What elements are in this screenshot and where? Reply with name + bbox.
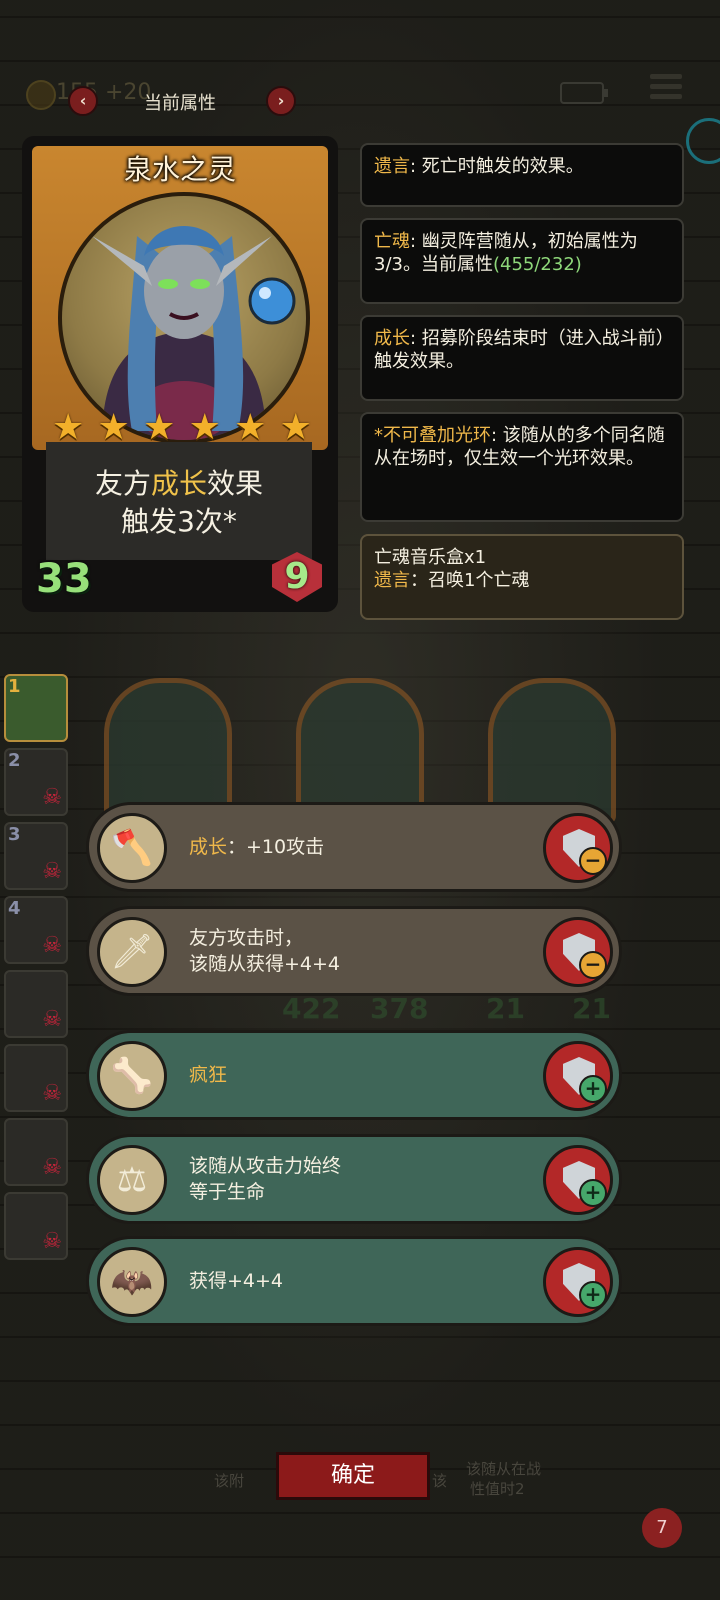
curved-blade-icon: 🗡 — [97, 917, 167, 987]
remove-ability-button[interactable]: − — [543, 813, 613, 883]
ability-row-growth-attack[interactable]: 🪓 成长：+10攻击 − — [86, 802, 622, 892]
keyword-info-growth: 成长: 招募阶段结束时（进入战斗前）触发效果。 — [360, 315, 684, 401]
hand-card-label: 该附 — [214, 1472, 245, 1490]
ability-row-ally-attack[interactable]: 🗡 友方攻击时， 该随从获得+4+4 − — [86, 906, 622, 996]
menu-icon[interactable] — [650, 74, 682, 102]
star-icon: ★ — [234, 407, 267, 448]
team-slot-3[interactable]: 3 ☠ — [4, 822, 68, 890]
ability-row-attack-equals-health[interactable]: ⚖ 该随从攻击力始终 等于生命 + — [86, 1134, 622, 1224]
minus-icon: − — [579, 951, 607, 979]
board-stat: 422 — [282, 992, 341, 1025]
battery-icon — [560, 82, 608, 104]
page-title: 当前属性 — [144, 93, 216, 114]
plus-icon: + — [579, 1281, 607, 1309]
board-stat: 21 — [572, 992, 611, 1025]
plus-icon: + — [579, 1179, 607, 1207]
team-slot-4[interactable]: 4 ☠ — [4, 896, 68, 964]
ability-row-gain-stats[interactable]: 🦇 获得+4+4 + — [86, 1236, 622, 1326]
team-slot-1[interactable]: 1 — [4, 674, 68, 742]
add-ability-button[interactable]: + — [543, 1247, 613, 1317]
attack-value: 33 — [36, 556, 92, 602]
axe-icon: 🪓 — [97, 813, 167, 883]
star-icon: ★ — [188, 407, 221, 448]
card-portrait — [58, 192, 310, 444]
horn-icon: 🦴 — [97, 1041, 167, 1111]
minus-icon: − — [579, 847, 607, 875]
hand-card-label: 性值时2 — [470, 1480, 525, 1498]
team-slot[interactable]: ☠ — [4, 1192, 68, 1260]
card-description-line2: 触发3次* — [121, 505, 237, 538]
star-icon: ★ — [279, 407, 312, 448]
hand-card-label: 该随从在战 — [466, 1460, 542, 1478]
board-stat: 378 — [370, 992, 429, 1025]
coin-icon — [26, 80, 56, 110]
chevron-right-icon: › — [277, 91, 285, 110]
team-slot[interactable]: ☠ — [4, 1044, 68, 1112]
board-stat: 21 — [486, 992, 525, 1025]
card-name: 泉水之灵 — [123, 153, 236, 186]
item-name: 亡魂音乐盒x1 — [374, 547, 487, 568]
card-description-line1: 友方成长效果 — [94, 467, 264, 500]
skull-icon: ☠ — [42, 1155, 62, 1180]
bat-wing-icon: 🦇 — [97, 1247, 167, 1317]
add-ability-button[interactable]: + — [543, 1041, 613, 1111]
item-info: 亡魂音乐盒x1 遗言：召唤1个亡魂 — [360, 534, 684, 620]
scales-icon: ⚖ — [97, 1145, 167, 1215]
confirm-button[interactable]: 确定 — [276, 1452, 430, 1500]
team-slot[interactable]: ☠ — [4, 970, 68, 1038]
lives-heart-icon: 7 — [642, 1508, 682, 1548]
ability-row-frenzy[interactable]: 🦴 疯狂 + — [86, 1030, 622, 1120]
skull-icon: ☠ — [42, 1081, 62, 1106]
skull-icon: ☠ — [42, 1007, 62, 1032]
skull-icon: ☠ — [42, 785, 62, 810]
plus-icon: + — [579, 1075, 607, 1103]
keyword-info-deathrattle: 遗言: 死亡时触发的效果。 — [360, 143, 684, 207]
keyword-info-ghost: 亡魂: 幽灵阵营随从，初始属性为3/3。当前属性(455/232) — [360, 218, 684, 304]
star-icon: ★ — [143, 407, 176, 448]
prev-arrow-button[interactable]: ‹ — [68, 86, 98, 116]
skull-icon: ☠ — [42, 933, 62, 958]
spring-spirit-portrait — [92, 226, 296, 440]
keyword-info-aura: *不可叠加光环: 该随从的多个同名随从在场时，仅生效一个光环效果。 — [360, 412, 684, 522]
hand-card-label: 该 — [432, 1472, 448, 1490]
star-rating: ★ ★ ★ ★ ★ ★ — [52, 408, 312, 448]
team-slot-2[interactable]: 2 ☠ — [4, 748, 68, 816]
health-value: 9 — [284, 556, 310, 597]
team-slot[interactable]: ☠ — [4, 1118, 68, 1186]
star-icon: ★ — [97, 407, 130, 448]
remove-ability-button[interactable]: − — [543, 917, 613, 987]
next-arrow-button[interactable]: › — [266, 86, 296, 116]
star-icon: ★ — [52, 407, 85, 448]
skull-icon: ☠ — [42, 859, 62, 884]
add-ability-button[interactable]: + — [543, 1145, 613, 1215]
chevron-left-icon: ‹ — [79, 91, 87, 110]
skull-icon: ☠ — [42, 1229, 62, 1254]
